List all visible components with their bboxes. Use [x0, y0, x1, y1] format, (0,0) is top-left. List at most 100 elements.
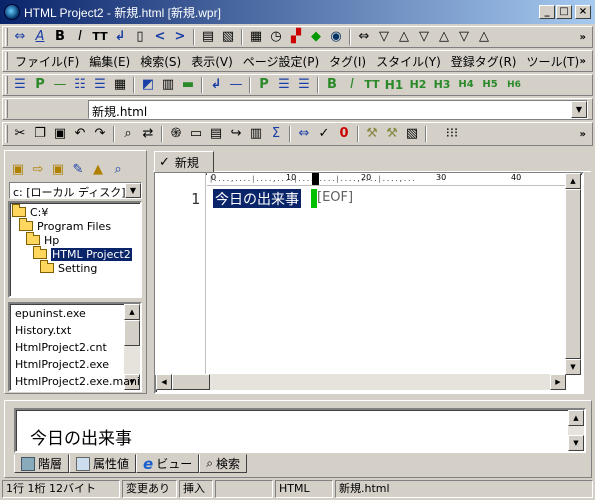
- h2-button[interactable]: H2: [406, 76, 430, 94]
- new-folder-icon[interactable]: ▣: [48, 161, 68, 179]
- editor-selected-text[interactable]: 今日の出来事: [213, 189, 301, 208]
- preview-scroll-down-icon[interactable]: ▼: [568, 435, 584, 451]
- sigma-icon[interactable]: Σ: [266, 125, 286, 143]
- rule-icon[interactable]: —: [226, 76, 246, 94]
- menu-item-4[interactable]: ページ設定(P): [238, 53, 324, 70]
- numbered-list-icon[interactable]: ☰: [90, 76, 110, 94]
- check-icon[interactable]: ✓: [314, 125, 334, 143]
- jump-icon[interactable]: ↪: [226, 125, 246, 143]
- file-combo[interactable]: 新規.html ▼: [88, 100, 588, 119]
- list-item[interactable]: HtmlProject2.exe.mani: [15, 375, 140, 388]
- undo-icon[interactable]: ↶: [70, 125, 90, 143]
- menu-item-5[interactable]: タグ(I): [324, 53, 371, 70]
- folder-up-icon[interactable]: ▣: [8, 161, 28, 179]
- app-globe-icon[interactable]: [4, 4, 20, 20]
- format-bold-button[interactable]: B: [322, 76, 342, 94]
- list-item[interactable]: HtmlProject2.exe: [15, 358, 109, 371]
- globe-person-icon[interactable]: ◉: [326, 28, 346, 46]
- folder-open-icon[interactable]: ▲: [88, 161, 108, 179]
- copy-icon[interactable]: ❐: [30, 125, 50, 143]
- editor-scroll-up-icon[interactable]: ▲: [565, 173, 581, 189]
- menu-item-7[interactable]: 登録タグ(R): [446, 53, 522, 70]
- close-button[interactable]: ×: [575, 5, 591, 19]
- grid-icon[interactable]: ⁝⁝⁝: [442, 125, 462, 143]
- list-item[interactable]: HtmlProject2.cnt: [15, 341, 107, 354]
- format-tt-button[interactable]: TT: [362, 76, 382, 94]
- menu-item-3[interactable]: 表示(V): [186, 53, 238, 70]
- menu-item-8[interactable]: ツール(T): [521, 53, 584, 70]
- tree-item[interactable]: Program Files: [19, 218, 111, 233]
- tab-new[interactable]: ✓ 新規: [154, 151, 214, 173]
- menu-item-1[interactable]: 編集(E): [84, 53, 135, 70]
- redo-icon[interactable]: ↷: [90, 125, 110, 143]
- hr-icon[interactable]: —: [50, 76, 70, 94]
- editor-vscroll-thumb[interactable]: [565, 189, 581, 359]
- drive-chevron-down-icon[interactable]: ▼: [125, 183, 141, 198]
- tools-2-icon[interactable]: ⚒: [382, 125, 402, 143]
- right-align-icon[interactable]: ☰: [294, 76, 314, 94]
- h4-button[interactable]: H4: [454, 76, 478, 94]
- triangle-up-bar-icon[interactable]: △: [474, 28, 494, 46]
- window-icon[interactable]: ▭: [186, 125, 206, 143]
- clipboard-icon[interactable]: ▥: [246, 125, 266, 143]
- scroll-left-icon[interactable]: ◀: [156, 374, 172, 390]
- image-link-icon[interactable]: ◩: [138, 76, 158, 94]
- edit-document-icon[interactable]: ▧: [218, 28, 238, 46]
- calendar-icon[interactable]: ▦: [246, 28, 266, 46]
- chevron-down-icon[interactable]: ▼: [571, 101, 587, 118]
- italic-button[interactable]: I: [70, 28, 90, 46]
- scroll-up-icon[interactable]: ▲: [124, 304, 140, 320]
- triangle-up-line-icon[interactable]: △: [434, 28, 454, 46]
- triangle-down-line-icon[interactable]: ▽: [414, 28, 434, 46]
- format-italic-button[interactable]: I: [342, 76, 362, 94]
- center-icon[interactable]: ☰: [274, 76, 294, 94]
- menu-item-6[interactable]: スタイル(Y): [371, 53, 446, 70]
- list-window-icon[interactable]: ▤: [206, 125, 226, 143]
- list-item[interactable]: History.txt: [15, 324, 71, 337]
- scroll-right-icon[interactable]: ▶: [550, 374, 566, 390]
- find-icon[interactable]: ⌕: [118, 125, 138, 143]
- menu-item-2[interactable]: 検索(S): [135, 53, 186, 70]
- tree-item[interactable]: HTML Project2: [33, 246, 132, 261]
- line-break-icon[interactable]: ↲: [110, 28, 130, 46]
- h6-button[interactable]: H6: [502, 76, 526, 94]
- editor-scroll-down-icon[interactable]: ▼: [565, 359, 581, 375]
- align-left-icon[interactable]: ☰: [10, 76, 30, 94]
- tab-search[interactable]: ⌕ 検索: [199, 454, 247, 473]
- bullet-list-icon[interactable]: ☷: [70, 76, 90, 94]
- zero-icon[interactable]: 0: [334, 125, 354, 143]
- folder-forward-icon[interactable]: ⇨: [28, 161, 48, 179]
- edit-toolbar-overflow-icon[interactable]: »: [580, 129, 586, 140]
- clock-icon[interactable]: ◷: [266, 28, 286, 46]
- maximize-button[interactable]: □: [556, 5, 572, 19]
- color-palette-icon[interactable]: ▞: [286, 28, 306, 46]
- tab-view[interactable]: e ビュー: [136, 454, 200, 473]
- folder-edit-icon[interactable]: ✎: [68, 161, 88, 179]
- paragraph-button-2[interactable]: P: [254, 76, 274, 94]
- scroll-thumb[interactable]: [124, 320, 140, 346]
- h3-button[interactable]: H3: [430, 76, 454, 94]
- arrows-horizontal-icon[interactable]: ⇔: [10, 28, 30, 46]
- list-item[interactable]: epuninst.exe: [15, 307, 86, 320]
- right-angle-icon[interactable]: >: [170, 28, 190, 46]
- table-icon[interactable]: ▦: [110, 76, 130, 94]
- replace-icon[interactable]: ⇄: [138, 125, 158, 143]
- br-icon[interactable]: ↲: [206, 76, 226, 94]
- shapes-icon[interactable]: ◆: [306, 28, 326, 46]
- menu-overflow-icon[interactable]: »: [580, 56, 586, 67]
- preview-scroll-up-icon[interactable]: ▲: [568, 410, 584, 426]
- drive-combo[interactable]: c: [ローカル ディスク] ▼: [9, 182, 142, 199]
- swap-icon[interactable]: ⇔: [354, 28, 374, 46]
- spiral-icon[interactable]: ֍: [166, 125, 186, 143]
- tree-item[interactable]: C:¥: [12, 204, 48, 219]
- left-angle-icon[interactable]: <: [150, 28, 170, 46]
- anchor-icon[interactable]: A: [30, 28, 50, 46]
- h5-button[interactable]: H5: [478, 76, 502, 94]
- image-icon[interactable]: ▬: [178, 76, 198, 94]
- paste-icon[interactable]: ▣: [50, 125, 70, 143]
- document-icon[interactable]: ▤: [198, 28, 218, 46]
- menu-item-0[interactable]: ファイル(F): [10, 53, 84, 70]
- form-icon[interactable]: ▥: [158, 76, 178, 94]
- h1-button[interactable]: H1: [382, 76, 406, 94]
- tree-item[interactable]: Hp: [26, 232, 59, 247]
